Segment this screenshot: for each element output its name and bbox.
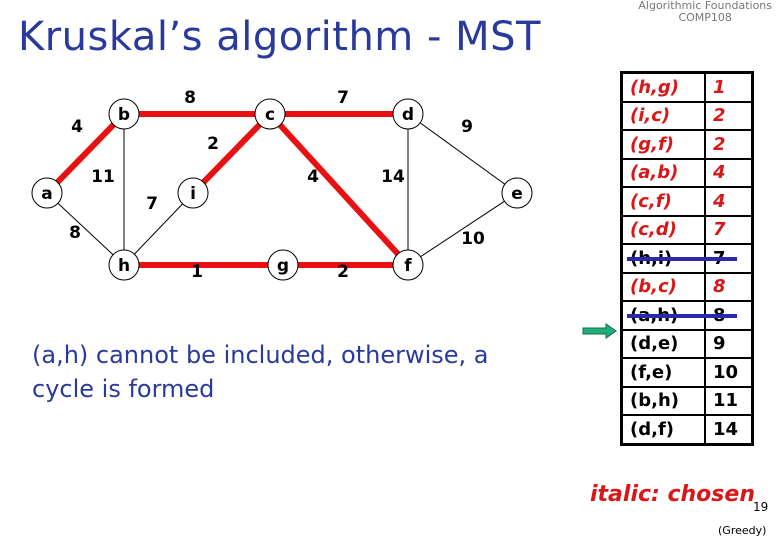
- svg-text:b: b: [118, 105, 130, 125]
- edge-cell: (c,f): [620, 186, 706, 217]
- edge-cell: (f,e): [620, 357, 706, 388]
- graph-diagram: 48 79211 4 1478 101 2ab c defghi: [31, 88, 533, 282]
- weight-cell: 14: [704, 414, 754, 445]
- edge-table-row: (f,e) 10: [620, 357, 754, 388]
- edge-weight-cd: 7: [337, 88, 349, 108]
- page-number: 19: [753, 500, 769, 514]
- weight-cell: 2: [704, 100, 754, 131]
- edge-table-row: (d,e) 9: [620, 328, 754, 359]
- edge-table-row: (a,b) 4: [620, 157, 754, 188]
- node-b: b: [108, 98, 140, 130]
- weight-cell: 10: [704, 357, 754, 388]
- edge-weight-hg: 1: [191, 262, 203, 282]
- edge-weight-bc: 8: [184, 88, 196, 108]
- edge-table-row: (g,f) 2: [620, 129, 754, 160]
- edge-weight-de: 9: [461, 117, 473, 137]
- node-e: e: [501, 177, 533, 209]
- edge-cell: (d,f): [620, 414, 706, 445]
- edge-weight-cf: 4: [307, 167, 319, 187]
- edge-weight-fe: 10: [461, 229, 485, 249]
- course-code: COMP108: [678, 11, 732, 24]
- strikethrough-line: [627, 257, 737, 262]
- edge-weight-gf: 2: [337, 262, 349, 282]
- edge-table-row: (h,g) 1: [620, 71, 754, 103]
- weight-cell: 2: [704, 129, 754, 160]
- node-h: h: [108, 249, 140, 281]
- svg-text:f: f: [404, 256, 412, 276]
- edge-table-row: (b,c) 8: [620, 271, 754, 302]
- node-f: f: [392, 249, 424, 281]
- current-row-arrow-icon: [582, 323, 617, 339]
- edge-cell: (i,c): [620, 100, 706, 131]
- edge-cell: (c,d): [620, 214, 706, 245]
- edge-ic: [190, 111, 273, 196]
- edge-cell: (b,h): [620, 385, 706, 416]
- node-c: c: [254, 98, 286, 130]
- footer: (Greedy): [718, 524, 767, 537]
- edge-weight-ab: 4: [71, 117, 83, 137]
- edge-weight-ic: 2: [207, 134, 219, 154]
- node-a: a: [31, 177, 63, 209]
- weight-cell: 9: [704, 328, 754, 359]
- weight-cell: 4: [704, 186, 754, 217]
- edge-table-row: (d,f) 14: [620, 414, 754, 445]
- svg-text:a: a: [41, 184, 52, 204]
- edge-weight-df: 14: [381, 167, 405, 187]
- node-g: g: [267, 249, 299, 281]
- caption: (a,h) cannot be included, otherwise, a c…: [32, 341, 489, 403]
- weight-cell: 1: [704, 71, 754, 103]
- weight-cell: 4: [704, 157, 754, 188]
- course-header: Algorithmic Foundations COMP108: [638, 0, 772, 24]
- edge-ah: [46, 192, 125, 266]
- edge-cell: (d,e): [620, 328, 706, 359]
- node-i: i: [177, 177, 209, 209]
- edge-cell: (h,g): [620, 71, 706, 103]
- edge-weight-ah: 8: [69, 223, 81, 243]
- strikethrough-line: [627, 314, 737, 319]
- weight-cell: 11: [704, 385, 754, 416]
- edge-weight-bh: 11: [91, 167, 115, 187]
- edge-table-row: (b,h) 11: [620, 385, 754, 416]
- edge-cell: (a,b): [620, 157, 706, 188]
- weight-cell: 7: [704, 214, 754, 245]
- edge-weight-hi: 7: [146, 194, 158, 214]
- node-d: d: [392, 98, 424, 130]
- svg-text:i: i: [190, 184, 196, 204]
- edge-table-row: (i,c) 2: [620, 100, 754, 131]
- legend: italic: chosen: [590, 482, 755, 507]
- edge-cell: (b,c): [620, 271, 706, 302]
- edge-cell: (g,f): [620, 129, 706, 160]
- svg-text:h: h: [118, 256, 130, 276]
- svg-text:d: d: [402, 105, 414, 125]
- edge-table-row: (c,f) 4: [620, 186, 754, 217]
- svg-text:c: c: [265, 105, 275, 125]
- weight-cell: 8: [704, 271, 754, 302]
- svg-text:e: e: [511, 184, 523, 204]
- edge-table-row: (c,d) 7: [620, 214, 754, 245]
- edge-cf: [267, 111, 411, 268]
- svg-text:g: g: [277, 256, 289, 276]
